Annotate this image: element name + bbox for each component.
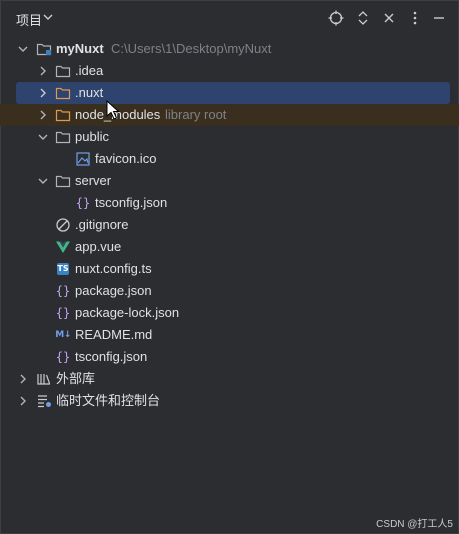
folder-icon — [55, 129, 71, 145]
tree-item-tsconfig[interactable]: {} tsconfig.json — [0, 346, 459, 368]
ts-badge: TS — [57, 263, 69, 275]
folder-icon — [55, 107, 71, 123]
ignore-file-icon — [55, 217, 71, 233]
tree-item-server[interactable]: server — [0, 170, 459, 192]
tree-item-root[interactable]: myNuxt C:\Users\1\Desktop\myNuxt — [0, 38, 459, 60]
scratches-icon — [36, 393, 52, 409]
tree-item-label: tsconfig.json — [75, 349, 148, 364]
tree-item-label: tsconfig.json — [95, 195, 168, 210]
typescript-file-icon: TS — [55, 261, 71, 277]
folder-icon — [55, 85, 71, 101]
root-path: C:\Users\1\Desktop\myNuxt — [111, 41, 272, 56]
tree-item-nuxt-config[interactable]: TS nuxt.config.ts — [0, 258, 459, 280]
tree-item-public[interactable]: public — [0, 126, 459, 148]
close-icon[interactable] — [380, 9, 398, 27]
tree-item-label: package-lock.json — [75, 305, 180, 320]
tree-item-label: .gitignore — [75, 217, 129, 232]
tree-item-label: README.md — [75, 327, 153, 342]
json-file-icon: {} — [55, 306, 71, 320]
chevron-right-icon[interactable] — [36, 86, 50, 100]
tree-item-label: 临时文件和控制台 — [56, 393, 161, 408]
tree-item-idea[interactable]: .idea — [0, 60, 459, 82]
panel-title[interactable]: 项目 — [16, 10, 42, 29]
vue-file-icon — [55, 239, 71, 255]
json-file-icon: {} — [55, 284, 71, 298]
tree-item-readme[interactable]: M↓ README.md — [0, 324, 459, 346]
tree-item-label: favicon.ico — [95, 151, 157, 166]
chevron-down-icon[interactable] — [36, 130, 50, 144]
chevron-right-icon[interactable] — [16, 372, 30, 386]
module-folder-icon — [36, 41, 52, 57]
tree-item-app-vue[interactable]: app.vue — [0, 236, 459, 258]
chevron-down-icon[interactable] — [36, 174, 50, 188]
library-icon — [36, 371, 52, 387]
mouse-cursor-icon — [106, 99, 120, 123]
tree-item-favicon[interactable]: favicon.ico — [0, 148, 459, 170]
tree-item-gitignore[interactable]: .gitignore — [0, 214, 459, 236]
root-name: myNuxt — [56, 41, 104, 56]
locate-icon[interactable] — [327, 9, 345, 27]
json-file-icon: {} — [75, 196, 91, 210]
chevron-down-icon[interactable] — [42, 10, 54, 27]
json-file-icon: {} — [55, 350, 71, 364]
tree-item-label: public — [75, 129, 109, 144]
tree-item-label: app.vue — [75, 239, 122, 254]
tree-item-external-libraries[interactable]: 外部库 — [0, 368, 459, 390]
chevron-right-icon[interactable] — [16, 394, 30, 408]
tree-item-label: .nuxt — [75, 85, 104, 100]
tree-item-package-lock[interactable]: {} package-lock.json — [0, 302, 459, 324]
expand-collapse-icon[interactable] — [354, 9, 372, 27]
watermark: CSDN @打工人5 — [376, 519, 453, 530]
panel-header: 项目 — [0, 0, 459, 36]
tree-item-nuxt[interactable]: .nuxt — [16, 82, 450, 104]
image-file-icon — [75, 151, 91, 167]
chevron-right-icon[interactable] — [36, 64, 50, 78]
tree-item-label: nuxt.config.ts — [75, 261, 152, 276]
tree-item-package-json[interactable]: {} package.json — [0, 280, 459, 302]
markdown-file-icon: M↓ — [55, 327, 71, 343]
more-icon[interactable] — [406, 9, 424, 27]
tree-item-scratches[interactable]: 临时文件和控制台 — [0, 390, 459, 412]
chevron-down-icon[interactable] — [16, 42, 30, 56]
tree-item-label: 外部库 — [56, 371, 96, 386]
tree-item-label: server — [75, 173, 112, 188]
chevron-right-icon[interactable] — [36, 108, 50, 122]
library-root-hint: library root — [165, 107, 227, 122]
folder-icon — [55, 63, 71, 79]
md-badge: M↓ — [55, 330, 71, 340]
folder-icon — [55, 173, 71, 189]
tree-item-label: .idea — [75, 63, 104, 78]
tree-item-label: package.json — [75, 283, 152, 298]
tree-item-server-tsconfig[interactable]: {} tsconfig.json — [0, 192, 459, 214]
minimize-icon[interactable] — [430, 9, 448, 27]
tree-item-node-modules[interactable]: node_modules library root — [0, 104, 459, 126]
